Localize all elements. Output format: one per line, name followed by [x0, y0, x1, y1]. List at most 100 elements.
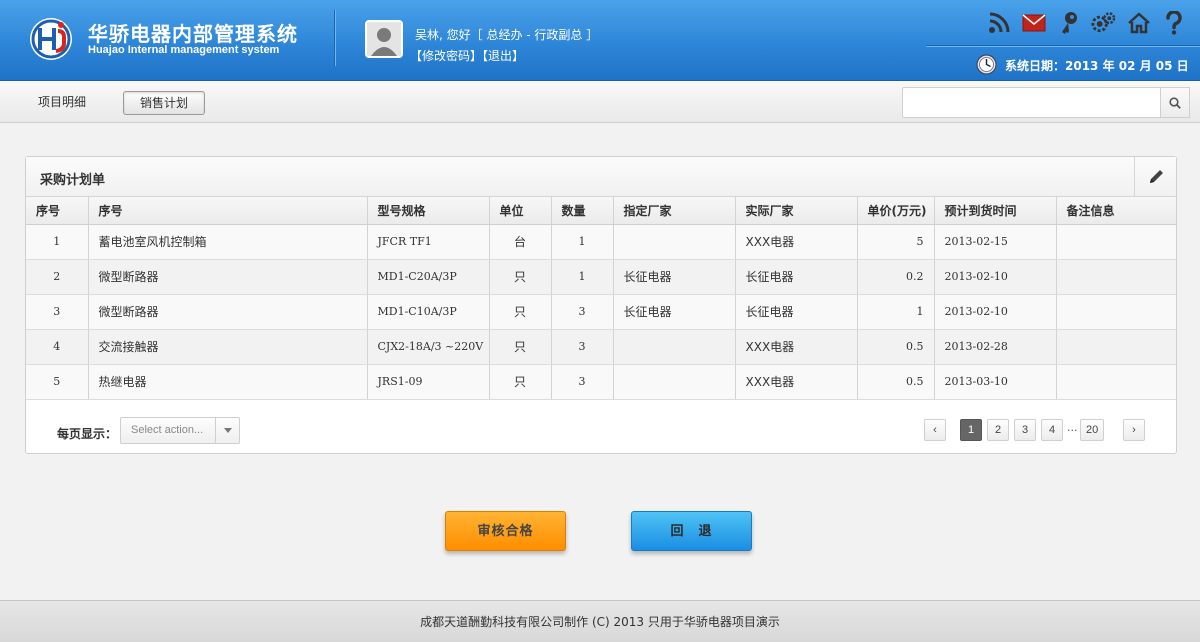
cell-name: 交流接触器	[88, 329, 368, 365]
cell-model: CJX2-18A/3 ~220V	[367, 329, 490, 365]
column-header[interactable]: 序号	[26, 197, 89, 225]
column-header[interactable]: 单价(万元)	[857, 197, 935, 225]
cell-no: 2	[26, 259, 89, 295]
cell-no: 4	[26, 329, 89, 365]
cell-actual-maker: 长征电器	[735, 259, 858, 295]
back-button[interactable]: 回 退	[631, 511, 752, 551]
cell-remark	[1056, 329, 1176, 365]
cell-price: 1	[857, 294, 935, 330]
system-date: 系统日期：2013 年 02 月 05 日	[1005, 59, 1189, 73]
app-subtitle: Huajao Internal management system	[88, 44, 280, 56]
cell-actual-maker: XXX电器	[735, 224, 858, 260]
cell-unit: 只	[489, 364, 552, 400]
cell-model: MD1-C20A/3P	[367, 259, 490, 295]
cell-designated-maker	[613, 224, 736, 260]
user-greeting: 吴林, 您好［ 总经办 - 行政副总 ］	[415, 28, 599, 42]
cell-eta: 2013-02-15	[934, 224, 1057, 260]
cell-qty: 1	[551, 259, 614, 295]
user-silhouette-icon	[367, 22, 401, 56]
purchase-plan-panel: 采购计划单 序号 序号 型号规格 单位 数量 指定厂家 实际厂家 单价(万元) …	[25, 156, 1177, 454]
edit-button[interactable]	[1134, 157, 1176, 196]
rss-icon[interactable]	[986, 10, 1011, 36]
cell-qty: 3	[551, 329, 614, 365]
header-rule	[926, 45, 1200, 47]
pager-bar: 每页显示： Select action... ‹ 1 2 3 4 ... 20 …	[26, 405, 1176, 453]
purchase-plan-table: 序号 序号 型号规格 单位 数量 指定厂家 实际厂家 单价(万元) 预计到货时间…	[26, 197, 1176, 400]
per-page-select-value: Select action...	[131, 424, 204, 436]
column-header[interactable]: 备注信息	[1056, 197, 1176, 225]
cell-price: 0.2	[857, 259, 935, 295]
company-logo-icon	[30, 18, 72, 60]
column-header[interactable]: 型号规格	[367, 197, 490, 225]
column-header[interactable]: 序号	[88, 197, 368, 225]
cell-designated-maker	[613, 329, 736, 365]
column-header[interactable]: 数量	[551, 197, 614, 225]
tab-bar: 项目明细 销售计划	[0, 81, 1200, 123]
cell-name: 微型断路器	[88, 294, 368, 330]
cell-qty: 3	[551, 364, 614, 400]
cell-eta: 2013-02-10	[934, 294, 1057, 330]
page-button-1[interactable]: 1	[960, 419, 982, 441]
cell-model: MD1-C10A/3P	[367, 294, 490, 330]
table-row[interactable]: 3 微型断路器 MD1-C10A/3P 只 3 长征电器 长征电器 1 2013…	[26, 294, 1176, 330]
column-header[interactable]: 预计到货时间	[934, 197, 1057, 225]
footer-text: 成都天道酬勤科技有限公司制作 (C) 2013 只用于华骄电器项目演示	[420, 615, 780, 629]
cell-actual-maker: XXX电器	[735, 329, 858, 365]
home-icon[interactable]	[1126, 10, 1151, 36]
prev-page-button[interactable]: ‹	[924, 419, 946, 441]
column-header[interactable]: 实际厂家	[735, 197, 858, 225]
cell-remark	[1056, 259, 1176, 295]
help-icon[interactable]	[1161, 10, 1186, 36]
cell-no: 1	[26, 224, 89, 260]
cell-model: JRS1-09	[367, 364, 490, 400]
settings-icon[interactable]	[1091, 10, 1116, 36]
cell-remark	[1056, 294, 1176, 330]
page-button-4[interactable]: 4	[1041, 419, 1063, 441]
change-password-link[interactable]: 【修改密码】	[410, 49, 482, 63]
per-page-select[interactable]: Select action...	[120, 417, 240, 444]
column-header[interactable]: 指定厂家	[613, 197, 736, 225]
cell-designated-maker: 长征电器	[613, 259, 736, 295]
column-header[interactable]: 单位	[489, 197, 552, 225]
tab-project-details[interactable]: 项目明细	[22, 91, 102, 115]
next-page-button[interactable]: ›	[1123, 419, 1145, 441]
clock-icon	[976, 54, 997, 75]
page-button-2[interactable]: 2	[987, 419, 1009, 441]
search-button[interactable]	[1160, 87, 1190, 118]
tab-sales-plan[interactable]: 销售计划	[123, 91, 206, 115]
cell-name: 蓄电池室风机控制箱	[88, 224, 368, 260]
key-icon[interactable]	[1056, 10, 1081, 36]
cell-price: 5	[857, 224, 935, 260]
cell-unit: 只	[489, 259, 552, 295]
app-title: 华骄电器内部管理系统	[88, 22, 298, 46]
per-page-label: 每页显示：	[57, 427, 118, 441]
user-avatar	[365, 20, 403, 58]
search-input[interactable]	[902, 87, 1160, 118]
table-row[interactable]: 1 蓄电池室风机控制箱 JFCR TF1 台 1 XXX电器 5 2013-02…	[26, 224, 1176, 260]
search-icon	[1169, 96, 1181, 109]
cell-unit: 只	[489, 294, 552, 330]
app-header: 华骄电器内部管理系统 Huajao Internal management sy…	[0, 0, 1200, 81]
page-button-3[interactable]: 3	[1014, 419, 1036, 441]
cell-qty: 3	[551, 294, 614, 330]
approve-button[interactable]: 审核合格	[445, 511, 566, 551]
cell-price: 0.5	[857, 329, 935, 365]
cell-remark	[1056, 364, 1176, 400]
cell-designated-maker	[613, 364, 736, 400]
table-row[interactable]: 4 交流接触器 CJX2-18A/3 ~220V 只 3 XXX电器 0.5 2…	[26, 329, 1176, 365]
cell-eta: 2013-02-10	[934, 259, 1057, 295]
cell-actual-maker: 长征电器	[735, 294, 858, 330]
panel-header: 采购计划单	[26, 157, 1176, 197]
page-button-last[interactable]: 20	[1080, 419, 1105, 441]
mail-icon[interactable]	[1021, 10, 1046, 36]
table-header-row: 序号 序号 型号规格 单位 数量 指定厂家 实际厂家 单价(万元) 预计到货时间…	[26, 197, 1176, 225]
cell-name: 热继电器	[88, 364, 368, 400]
cell-model: JFCR TF1	[367, 224, 490, 260]
logout-link[interactable]: 【退出】	[482, 49, 524, 63]
cell-name: 微型断路器	[88, 259, 368, 295]
cell-unit: 台	[489, 224, 552, 260]
table-row[interactable]: 2 微型断路器 MD1-C20A/3P 只 1 长征电器 长征电器 0.2 20…	[26, 259, 1176, 295]
chevron-down-icon	[215, 418, 239, 443]
table-row[interactable]: 5 热继电器 JRS1-09 只 3 XXX电器 0.5 2013-03-10	[26, 364, 1176, 400]
cell-remark	[1056, 224, 1176, 260]
